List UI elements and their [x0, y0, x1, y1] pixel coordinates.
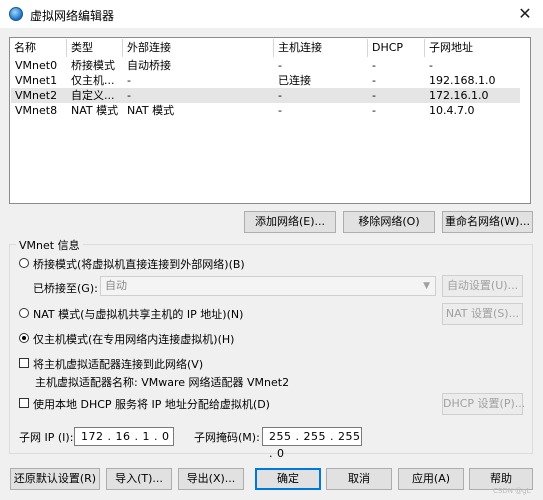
- cell-external: -: [127, 89, 131, 102]
- apply-button[interactable]: 应用(A): [398, 468, 464, 490]
- bridged-mode-label[interactable]: 桥接模式(将虚拟机直接连接到外部网络)(B): [33, 256, 245, 272]
- cell-name: VMnet0: [15, 59, 58, 72]
- cell-host: -: [278, 89, 282, 102]
- cell-dhcp: -: [372, 89, 376, 102]
- restore-defaults-button[interactable]: 还原默认设置(R): [10, 468, 100, 490]
- table-row[interactable]: VMnet0 桥接模式 自动桥接 - - -: [11, 58, 520, 73]
- cell-subnet: 172.16.1.0: [429, 89, 489, 102]
- dhcp-settings-button[interactable]: DHCP 设置(P)...: [442, 393, 525, 415]
- use-dhcp-checkbox[interactable]: [19, 398, 29, 408]
- table-row-selected[interactable]: VMnet2 自定义... - - - 172.16.1.0: [11, 88, 520, 103]
- cell-subnet: 192.168.1.0: [429, 74, 496, 87]
- import-button[interactable]: 导入(T)...: [106, 468, 172, 490]
- column-header-type[interactable]: 类型: [67, 39, 123, 57]
- vmnet-info-title: VMnet 信息: [16, 237, 83, 253]
- bridged-mode-radio[interactable]: [19, 258, 29, 268]
- subnet-ip-input[interactable]: 172 . 16 . 1 . 0: [74, 427, 174, 446]
- nat-mode-label[interactable]: NAT 模式(与虚拟机共享主机的 IP 地址)(N): [33, 306, 243, 322]
- subnet-mask-label: 子网掩码(M):: [194, 431, 260, 444]
- use-dhcp-label[interactable]: 使用本地 DHCP 服务将 IP 地址分配给虚拟机(D): [33, 396, 270, 412]
- bridge-to-select[interactable]: 自动 ▼: [100, 276, 436, 296]
- connect-adapter-label[interactable]: 将主机虚拟适配器连接到此网络(V): [33, 356, 203, 372]
- cell-host: 已连接: [278, 74, 311, 87]
- cell-external: 自动桥接: [127, 59, 171, 72]
- cell-type: 仅主机...: [71, 74, 115, 87]
- cell-external: NAT 模式: [127, 104, 175, 117]
- subnet-ip-label: 子网 IP (I):: [19, 431, 74, 444]
- column-header-dhcp[interactable]: DHCP: [368, 39, 425, 57]
- bridge-to-label: 已桥接至(G):: [33, 282, 98, 295]
- cell-type: NAT 模式: [71, 104, 119, 117]
- cell-dhcp: -: [372, 59, 376, 72]
- host-only-mode-radio[interactable]: [19, 333, 29, 343]
- cell-name: VMnet2: [15, 89, 58, 102]
- cancel-button[interactable]: 取消: [326, 468, 392, 490]
- cell-subnet: -: [429, 59, 433, 72]
- table-row[interactable]: VMnet8 NAT 模式 NAT 模式 - - 10.4.7.0: [11, 103, 520, 118]
- window-title: 虚拟网络编辑器: [30, 9, 115, 23]
- table-row[interactable]: VMnet1 仅主机... - 已连接 - 192.168.1.0: [11, 73, 520, 88]
- cell-dhcp: -: [372, 74, 376, 87]
- export-button[interactable]: 导出(X)...: [178, 468, 244, 490]
- add-network-button[interactable]: 添加网络(E)...: [244, 211, 336, 233]
- close-button[interactable]: ✕: [510, 2, 540, 26]
- remove-network-button[interactable]: 移除网络(O): [343, 211, 435, 233]
- cell-host: -: [278, 104, 282, 117]
- host-only-mode-label[interactable]: 仅主机模式(在专用网络内连接虚拟机)(H): [33, 331, 234, 347]
- nat-mode-radio[interactable]: [19, 308, 29, 318]
- cell-name: VMnet1: [15, 74, 58, 87]
- cell-type: 自定义...: [71, 89, 115, 102]
- cell-subnet: 10.4.7.0: [429, 104, 475, 117]
- vmware-network-icon: [9, 7, 23, 21]
- cell-name: VMnet8: [15, 104, 58, 117]
- subnet-mask-input[interactable]: 255 . 255 . 255 . 0: [262, 427, 362, 460]
- network-list[interactable]: 名称 类型 外部连接 主机连接 DHCP 子网地址 VMnet0 桥接模式 自动…: [9, 37, 531, 204]
- column-header-name[interactable]: 名称: [10, 39, 67, 57]
- connect-adapter-checkbox[interactable]: [19, 358, 29, 368]
- column-header-subnet[interactable]: 子网地址: [425, 39, 525, 57]
- cell-external: -: [127, 74, 131, 87]
- cell-dhcp: -: [372, 104, 376, 117]
- column-header-host[interactable]: 主机连接: [274, 39, 368, 57]
- watermark: CSDN @gL: [493, 487, 531, 495]
- nat-settings-button[interactable]: NAT 设置(S)...: [442, 303, 523, 325]
- rename-network-button[interactable]: 重命名网络(W)...: [442, 211, 533, 233]
- cell-type: 桥接模式: [71, 59, 115, 72]
- auto-settings-button[interactable]: 自动设置(U)...: [442, 275, 523, 297]
- bridge-to-value: 自动: [105, 279, 127, 292]
- cell-host: -: [278, 59, 282, 72]
- column-header-external[interactable]: 外部连接: [123, 39, 274, 57]
- adapter-name-label: 主机虚拟适配器名称: VMware 网络适配器 VMnet2: [35, 376, 290, 389]
- ok-button[interactable]: 确定: [255, 468, 321, 490]
- chevron-down-icon: ▼: [423, 281, 430, 291]
